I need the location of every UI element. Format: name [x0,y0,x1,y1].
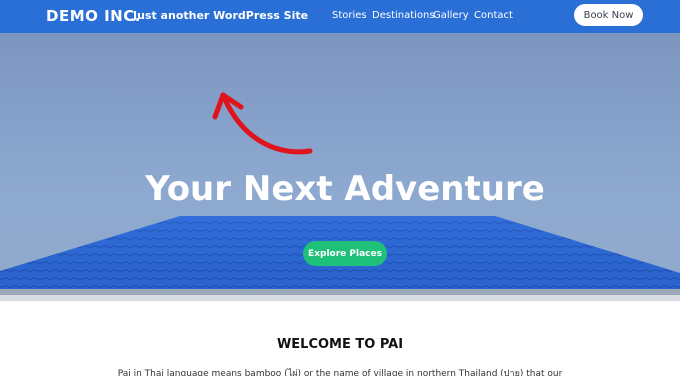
book-now-button[interactable]: Book Now [574,4,643,26]
explore-places-button[interactable]: Explore Places [303,241,387,266]
nav-item-stories[interactable]: Stories [332,10,367,21]
hero-title: Your Next Adventure [145,169,545,209]
site-header: DEMO INC. Just another WordPress Site St… [0,0,680,33]
nav-item-contact[interactable]: Contact [474,10,513,21]
nav-item-gallery[interactable]: Gallery [433,10,469,21]
hero-section: Your Next Adventure Explore Places [0,33,680,301]
section-heading: WELCOME TO PAI [276,337,404,352]
annotation-arrow-icon [212,92,313,155]
nav-item-destinations[interactable]: Destinations [372,10,435,21]
intro-paragraph: Pai in Thai language means bamboo (ไผ่) … [117,369,563,376]
